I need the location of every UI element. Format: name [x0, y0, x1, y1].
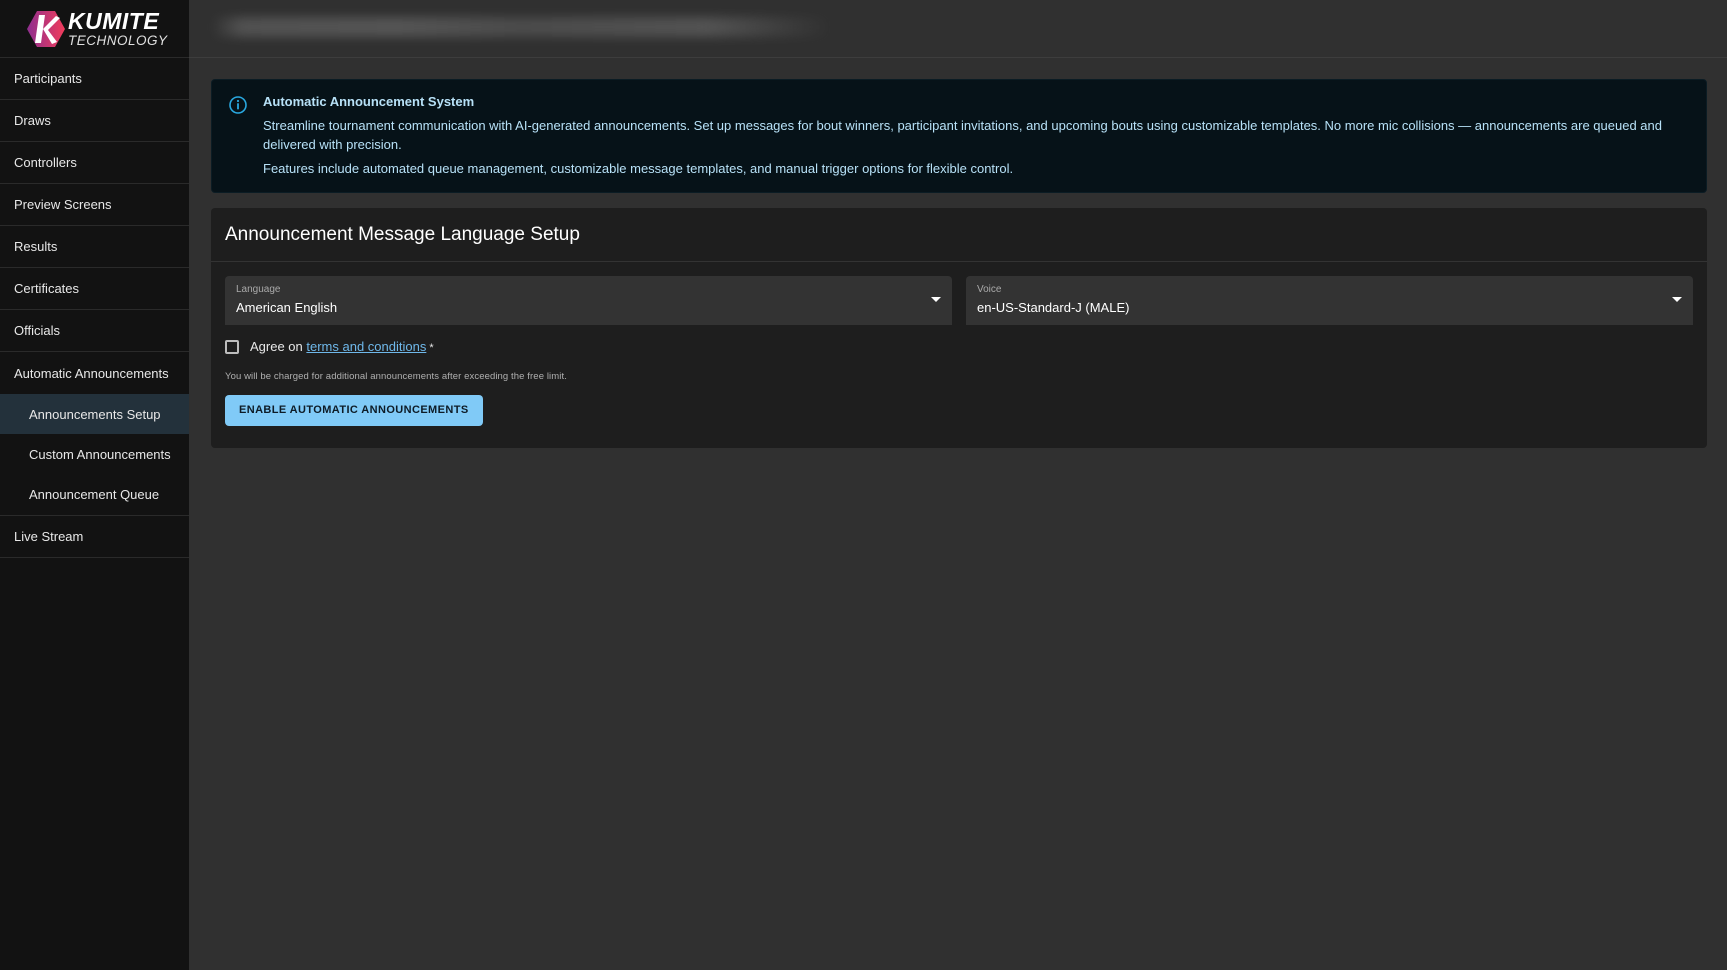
voice-select[interactable]: Voice en-US-Standard-J (MALE) — [966, 276, 1693, 325]
required-mark: * — [429, 342, 434, 354]
agree-prefix: Agree on — [250, 339, 303, 354]
sidebar: KUMITE TECHNOLOGY Participants Draws Con… — [0, 0, 189, 970]
brand-subtitle: TECHNOLOGY — [68, 32, 168, 48]
info-icon — [229, 96, 247, 114]
sidebar-item-results[interactable]: Results — [0, 226, 189, 268]
main-content: Automatic Announcement System Streamline… — [211, 79, 1707, 448]
alert-description: Streamline tournament communication with… — [263, 118, 1662, 152]
brand-title: KUMITE — [68, 7, 160, 34]
language-setup-card: Announcement Message Language Setup Lang… — [211, 208, 1707, 448]
kumite-logo-icon — [27, 10, 65, 47]
voice-select-value: en-US-Standard-J (MALE) — [977, 300, 1130, 315]
info-alert: Automatic Announcement System Streamline… — [211, 79, 1707, 193]
sidebar-item-controllers[interactable]: Controllers — [0, 142, 189, 184]
enable-announcements-button[interactable]: ENABLE AUTOMATIC ANNOUNCEMENTS — [225, 395, 483, 426]
voice-select-label: Voice — [977, 284, 1002, 295]
sidebar-subitem-custom-announcements[interactable]: Custom Announcements — [0, 434, 189, 474]
charge-helper-text: You will be charged for additional annou… — [225, 371, 567, 382]
sidebar-item-automatic-announcements[interactable]: Automatic Announcements — [0, 352, 189, 394]
sidebar-item-officials[interactable]: Officials — [0, 310, 189, 352]
sidebar-item-live-stream[interactable]: Live Stream — [0, 516, 189, 558]
sidebar-item-draws[interactable]: Draws — [0, 100, 189, 142]
logo[interactable]: KUMITE TECHNOLOGY — [0, 0, 189, 58]
sidebar-item-preview-screens[interactable]: Preview Screens — [0, 184, 189, 226]
language-select[interactable]: Language American English — [225, 276, 952, 325]
caret-down-icon — [931, 297, 941, 302]
sidebar-item-certificates[interactable]: Certificates — [0, 268, 189, 310]
language-select-label: Language — [236, 284, 281, 295]
sidebar-subitem-announcement-queue[interactable]: Announcement Queue — [0, 474, 189, 516]
card-title: Announcement Message Language Setup — [211, 208, 1707, 262]
language-select-value: American English — [236, 300, 338, 315]
alert-title: Automatic Announcement System — [263, 94, 475, 109]
terms-link[interactable]: terms and conditions — [306, 339, 426, 354]
alert-features: Features include automated queue managem… — [263, 161, 1014, 176]
caret-down-icon — [1672, 297, 1682, 302]
terms-checkbox[interactable] — [225, 339, 239, 354]
sidebar-item-participants[interactable]: Participants — [0, 58, 189, 100]
top-bar — [189, 0, 1727, 58]
sidebar-subitem-announcements-setup[interactable]: Announcements Setup — [0, 394, 189, 434]
page-title-blurred — [211, 17, 831, 37]
terms-agreement: Agree on terms and conditions * — [225, 339, 1693, 354]
